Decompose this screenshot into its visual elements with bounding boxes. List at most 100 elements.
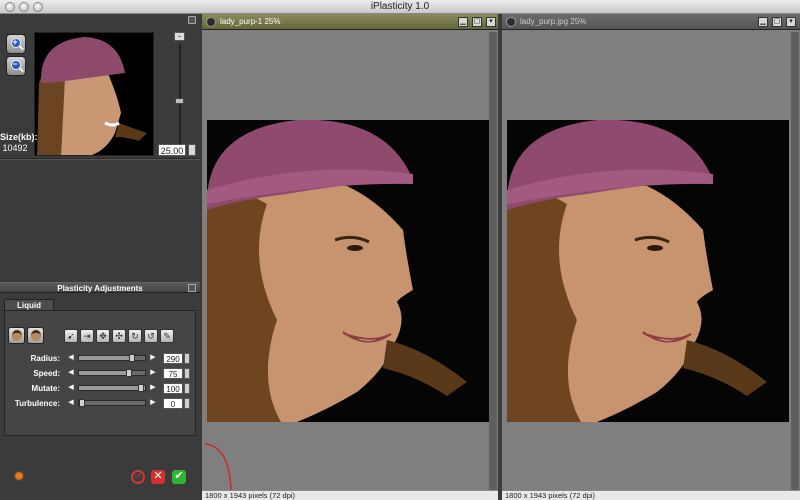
arrow-left-icon[interactable]: ◀ [66,368,76,378]
speed-slider[interactable]: ◀ ▶ [66,368,158,378]
radius-value-field[interactable]: 290 [163,353,183,364]
minimize-document-button[interactable]: ▁ [458,17,468,27]
turbulence-slider-knob[interactable] [79,399,85,407]
speed-slider-track[interactable] [78,369,146,377]
vertical-scrollbar[interactable] [489,32,497,490]
document-menu-button[interactable]: ▾ [486,17,496,27]
document-window-edited[interactable]: lady_purp-1 25% ▁ ▢ ▾ 1800 x 1943 pixels… [202,14,498,500]
check-icon: ✔ [174,470,184,482]
mutate-slider-knob[interactable] [138,384,144,392]
window-titlebar: iPlasticity 1.0 [0,0,800,14]
zoom-slider-knob[interactable] [175,98,184,104]
vertical-scrollbar[interactable] [791,32,799,490]
edit-canvas[interactable] [205,32,489,490]
radius-label: Radius: [30,354,60,363]
panel-detach-icon[interactable] [188,16,196,24]
face-icon [31,330,41,341]
accept-button[interactable]: ✔ [172,470,186,484]
panel-detach-icon[interactable] [188,284,196,292]
turbulence-value-field[interactable]: 0 [163,398,183,409]
arrow-left-icon[interactable]: ◀ [66,398,76,408]
plasticity-adjustments-header: Plasticity Adjustments [0,282,200,293]
arrow-left-icon[interactable]: ◀ [66,353,76,363]
twirl-cw-tool-button[interactable]: ↻ [128,329,142,343]
turbulence-label: Turbulence: [14,399,60,408]
turbulence-slider-track[interactable] [78,399,146,407]
arrow-right-icon[interactable]: ▶ [148,398,158,408]
mutate-value-field[interactable]: 100 [163,383,183,394]
mutate-slider[interactable]: ◀ ▶ [66,383,158,393]
speed-label: Speed: [33,369,60,378]
radius-slider[interactable]: ◀ ▶ [66,353,158,363]
plasticity-adjustments-title: Plasticity Adjustments [57,284,143,293]
zoom-value-stepper[interactable] [188,144,196,156]
document-title: lady_purp-1 25% [220,17,281,26]
document-title: lady_purp.jpg 25% [520,17,587,26]
zoom-in-button[interactable]: + [6,34,26,54]
face-preset-button-2[interactable] [27,327,44,344]
arrow-right-icon[interactable]: ▶ [148,368,158,378]
minimize-document-button[interactable]: ▁ [758,17,768,27]
turbulence-stepper[interactable] [184,398,190,409]
gear-icon: ✹ [13,468,25,484]
maximize-document-button[interactable]: ▢ [772,17,782,27]
window-title: iPlasticity 1.0 [370,1,430,12]
original-canvas[interactable] [505,32,789,490]
settings-button[interactable]: ✹ [12,468,26,484]
panel-divider [0,158,200,160]
reset-button[interactable]: ↺ [131,470,145,484]
twirl-ccw-tool-icon: ↺ [147,331,155,341]
document-menu-button[interactable]: ▾ [786,17,796,27]
freeze-tool-button[interactable]: ✣ [112,329,126,343]
document-status-bar: 1800 x 1943 pixels (72 dpi) [202,490,498,500]
bloat-tool-icon: ✥ [99,331,107,341]
pinch-tool-button[interactable]: ⇥ [80,329,94,343]
document-titlebar[interactable]: lady_purp.jpg 25% ▁ ▢ ▾ [502,14,800,30]
brush-cursor-icon [205,443,232,490]
document-window-original[interactable]: lady_purp.jpg 25% ▁ ▢ ▾ 1800 x 1943 pixe… [502,14,800,500]
radius-slider-knob[interactable] [128,354,135,362]
arrow-right-icon[interactable]: ▶ [148,383,158,393]
zoom-in-symbol: + [12,37,18,47]
push-tool-button[interactable]: ➹ [64,329,78,343]
arrow-right-icon[interactable]: ▶ [148,353,158,363]
mutate-slider-track[interactable] [78,384,146,392]
zoom-slider[interactable]: - + [172,32,188,158]
push-tool-icon: ➹ [67,331,75,341]
bloat-tool-button[interactable]: ✥ [96,329,110,343]
document-icon [206,17,216,27]
arrow-left-icon[interactable]: ◀ [66,383,76,393]
zoom-slider-track[interactable] [179,44,181,144]
face-preset-button-1[interactable] [8,327,25,344]
speed-slider-knob[interactable] [125,369,132,377]
size-label: Size(kb): [0,132,38,142]
mutate-label: Mutate: [31,384,60,393]
speed-value-field[interactable]: 75 [163,368,183,379]
document-icon [506,17,516,27]
zoom-value-field[interactable]: 25.00 [158,144,186,156]
radius-slider-track[interactable] [78,354,146,362]
zoom-out-button[interactable]: − [6,56,26,76]
document-titlebar[interactable]: lady_purp-1 25% ▁ ▢ ▾ [202,14,498,30]
zoom-slider-minus-button[interactable]: - [174,32,185,41]
smudge-tool-icon: ✎ [163,331,171,341]
reset-icon: ↺ [134,472,142,481]
twirl-ccw-tool-button[interactable]: ↺ [144,329,158,343]
speed-stepper[interactable] [184,368,190,379]
mutate-stepper[interactable] [184,383,190,394]
cancel-button[interactable]: ✕ [151,470,165,484]
navigator-thumbnail[interactable] [34,32,154,156]
document-status-bar: 1800 x 1943 pixels (72 dpi) [502,490,800,500]
size-value: 10492 [2,143,28,153]
maximize-document-button[interactable]: ▢ [472,17,482,27]
freeze-tool-icon: ✣ [115,331,123,341]
twirl-cw-tool-icon: ↻ [131,331,139,341]
zoom-out-symbol: − [12,59,18,69]
face-icon [12,330,22,341]
pinch-tool-icon: ⇥ [83,331,91,341]
smudge-tool-button[interactable]: ✎ [160,329,174,343]
portrait-image[interactable] [507,120,789,422]
portrait-image[interactable] [207,120,489,422]
radius-stepper[interactable] [184,353,190,364]
turbulence-slider[interactable]: ◀ ▶ [66,398,158,408]
